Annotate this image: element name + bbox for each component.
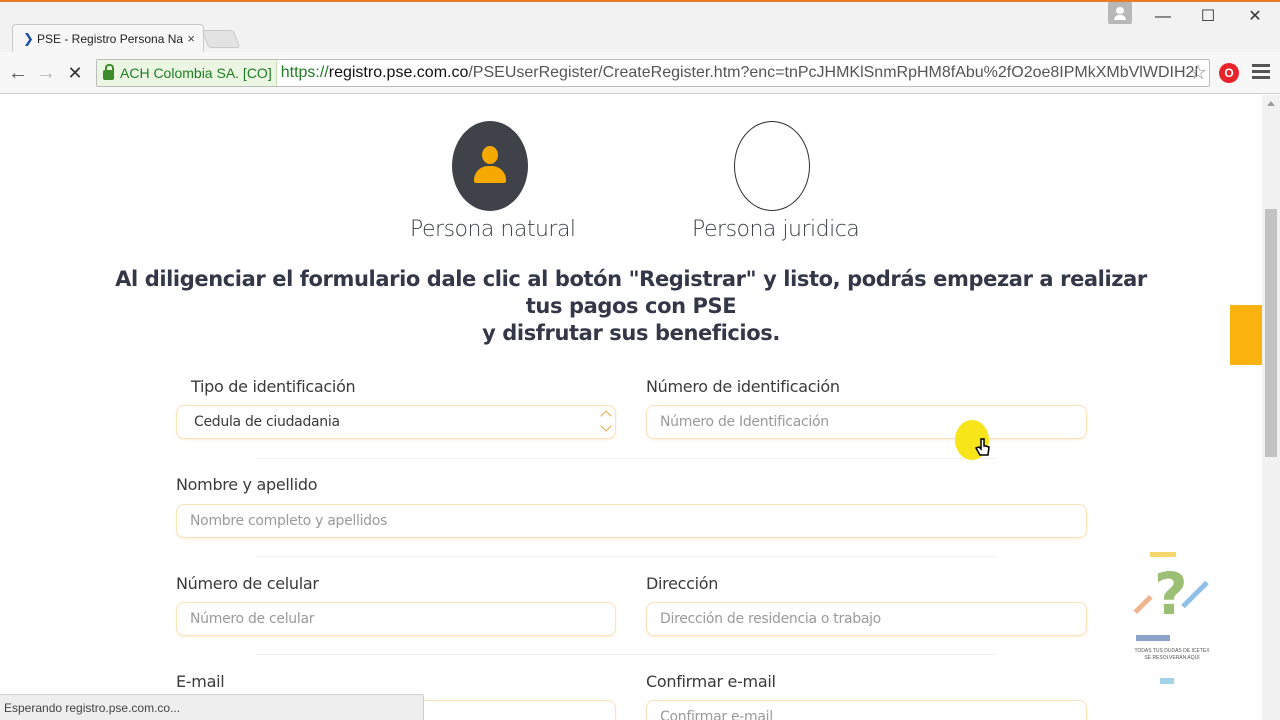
- status-bar: Esperando registro.pse.com.co...: [0, 694, 424, 720]
- persona-natural-circle[interactable]: [452, 121, 528, 211]
- nombre-apellido-placeholder: Nombre completo y apellidos: [190, 513, 387, 529]
- ev-certificate-badge[interactable]: ACH Colombia SA. [CO]: [97, 60, 277, 86]
- numero-identificacion-input[interactable]: Número de Identificación: [646, 405, 1087, 439]
- profile-icon[interactable]: [1108, 2, 1132, 24]
- select-arrows-icon: [600, 410, 613, 433]
- question-mark-icon: ?: [1154, 560, 1188, 628]
- pse-favicon-icon: ❯: [23, 30, 34, 46]
- side-feedback-tab[interactable]: [1230, 305, 1262, 365]
- row-divider: [256, 654, 996, 655]
- intro-line-1: Al diligenciar el formulario dale clic a…: [115, 267, 1147, 318]
- new-tab-button[interactable]: [201, 30, 241, 48]
- direccion-input[interactable]: Dirección de residencia o trabajo: [646, 602, 1087, 636]
- help-widget-text: TODAS TUS DUDAS DE ICETEX SE RESOLVERÁN …: [1134, 648, 1210, 661]
- persona-natural-label: Persona natural: [410, 217, 576, 242]
- nombre-apellido-label: Nombre y apellido: [176, 475, 318, 494]
- confirmar-email-placeholder: Confirmar e-mail: [660, 709, 773, 720]
- row-divider: [256, 458, 996, 459]
- adblock-extension-icon[interactable]: O: [1219, 63, 1239, 83]
- confirmar-email-input[interactable]: Confirmar e-mail: [646, 700, 1087, 720]
- browser-toolbar: ← → ✕ ACH Colombia SA. [CO] https://regi…: [0, 52, 1280, 94]
- row-divider: [256, 556, 996, 557]
- direccion-label: Dirección: [646, 574, 719, 593]
- confirmar-email-label: Confirmar e-mail: [646, 672, 776, 691]
- celular-input[interactable]: Número de celular: [176, 602, 616, 636]
- persona-juridica-label: Persona juridica: [692, 217, 860, 242]
- browser-menu-icon[interactable]: [1252, 64, 1270, 82]
- url-path: /PSEUserRegister/CreateRegister.htm?enc=…: [468, 64, 1197, 81]
- ev-certificate-label: ACH Colombia SA. [CO]: [120, 65, 272, 81]
- stop-loading-button[interactable]: ✕: [62, 60, 88, 86]
- scroll-up-arrow-icon[interactable]: [1267, 101, 1275, 106]
- url-scheme: https://: [280, 64, 329, 81]
- hand-cursor-icon: [974, 438, 990, 456]
- numero-identificacion-placeholder: Número de Identificación: [660, 414, 829, 430]
- tab-close-icon[interactable]: ×: [187, 31, 195, 46]
- celular-label: Número de celular: [176, 574, 319, 593]
- nombre-apellido-input[interactable]: Nombre completo y apellidos: [176, 504, 1087, 538]
- maximize-button[interactable]: ☐: [1193, 6, 1223, 28]
- numero-identificacion-label: Número de identificación: [646, 377, 840, 396]
- tab-title: PSE - Registro Persona Na: [37, 31, 184, 46]
- celular-placeholder: Número de celular: [190, 611, 315, 627]
- tipo-identificacion-label: Tipo de identificación: [191, 377, 356, 396]
- url-text[interactable]: https://registro.pse.com.co/PSEUserRegis…: [277, 64, 1197, 82]
- back-button[interactable]: ←: [5, 60, 31, 86]
- url-host: registro.pse.com.co: [328, 64, 469, 81]
- bookmark-star-icon[interactable]: ☆: [1189, 60, 1207, 86]
- email-label: E-mail: [176, 672, 225, 691]
- page-viewport: Persona natural Persona juridica Al dili…: [0, 95, 1262, 720]
- help-widget[interactable]: ? TODAS TUS DUDAS DE ICETEX SE RESOLVERÁ…: [1126, 550, 1222, 690]
- close-window-button[interactable]: ✕: [1240, 6, 1270, 28]
- direccion-placeholder: Dirección de residencia o trabajo: [660, 611, 881, 627]
- intro-line-2: y disfrutar sus beneficios.: [482, 321, 780, 345]
- browser-tab-strip: ❯ PSE - Registro Persona Na × — ☐ ✕: [0, 0, 1280, 52]
- forward-button[interactable]: →: [33, 60, 59, 86]
- tipo-identificacion-value: Cedula de ciudadania: [194, 414, 340, 430]
- persona-juridica-option[interactable]: Persona juridica: [692, 121, 860, 242]
- lock-icon: [103, 64, 114, 80]
- tipo-identificacion-select[interactable]: Cedula de ciudadania: [176, 405, 616, 439]
- person-icon: [482, 146, 498, 164]
- address-bar[interactable]: ACH Colombia SA. [CO] https://registro.p…: [96, 59, 1210, 87]
- persona-natural-option[interactable]: Persona natural: [410, 121, 576, 242]
- page-scrollbar[interactable]: [1262, 95, 1280, 720]
- persona-juridica-circle[interactable]: [734, 121, 810, 211]
- scrollbar-thumb[interactable]: [1265, 209, 1277, 457]
- browser-tab[interactable]: ❯ PSE - Registro Persona Na ×: [12, 24, 204, 52]
- minimize-button[interactable]: —: [1148, 6, 1178, 28]
- intro-text: Al diligenciar el formulario dale clic a…: [100, 266, 1162, 347]
